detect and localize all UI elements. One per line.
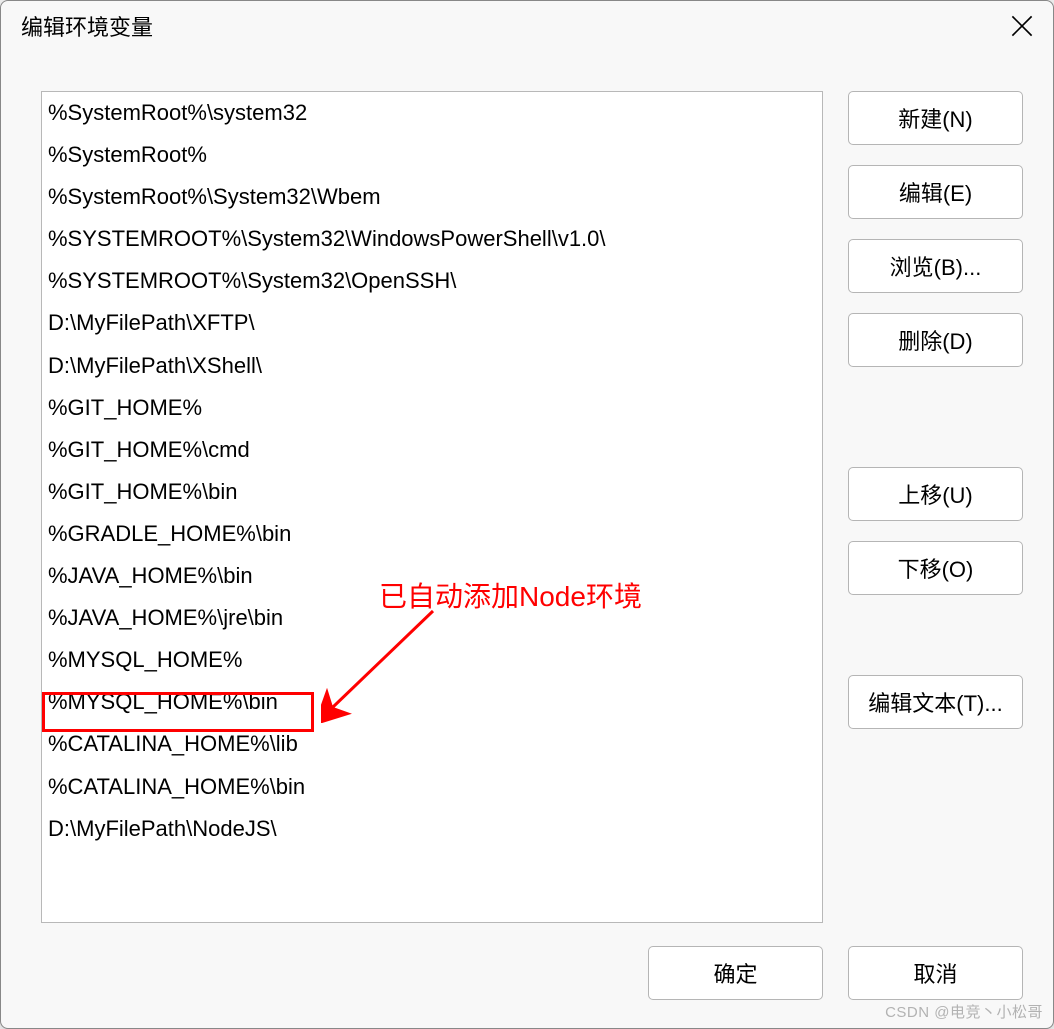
browse-button[interactable]: 浏览(B)...: [848, 239, 1023, 293]
list-item[interactable]: %MYSQL_HOME%: [42, 639, 822, 681]
list-item[interactable]: %MYSQL_HOME%\bin: [42, 681, 822, 723]
close-icon[interactable]: [1011, 15, 1033, 37]
titlebar: 编辑环境变量: [1, 1, 1053, 51]
watermark-text: CSDN @电竞丶小松哥: [885, 1001, 1043, 1022]
list-item[interactable]: %JAVA_HOME%\bin: [42, 555, 822, 597]
delete-button[interactable]: 删除(D): [848, 313, 1023, 367]
ok-button[interactable]: 确定: [648, 946, 823, 1000]
env-var-dialog: 编辑环境变量 %SystemRoot%\system32 %SystemRoot…: [0, 0, 1054, 1029]
spacer: [848, 615, 1023, 655]
list-item[interactable]: %GIT_HOME%\bin: [42, 471, 822, 513]
dialog-body: %SystemRoot%\system32 %SystemRoot% %Syst…: [1, 51, 1053, 933]
list-item[interactable]: %SystemRoot%\System32\Wbem: [42, 176, 822, 218]
move-up-button[interactable]: 上移(U): [848, 467, 1023, 521]
spacer: [848, 387, 1023, 447]
list-item[interactable]: %JAVA_HOME%\jre\bin: [42, 597, 822, 639]
list-item[interactable]: %SYSTEMROOT%\System32\OpenSSH\: [42, 260, 822, 302]
list-item[interactable]: %GIT_HOME%: [42, 387, 822, 429]
cancel-button[interactable]: 取消: [848, 946, 1023, 1000]
new-button[interactable]: 新建(N): [848, 91, 1023, 145]
dialog-title: 编辑环境变量: [21, 10, 153, 42]
list-item[interactable]: %GIT_HOME%\cmd: [42, 429, 822, 471]
list-item[interactable]: %GRADLE_HOME%\bin: [42, 513, 822, 555]
edit-button[interactable]: 编辑(E): [848, 165, 1023, 219]
list-item[interactable]: D:\MyFilePath\XFTP\: [42, 302, 822, 344]
list-item[interactable]: D:\MyFilePath\NodeJS\: [42, 808, 822, 850]
path-listbox[interactable]: %SystemRoot%\system32 %SystemRoot% %Syst…: [41, 91, 823, 923]
list-item[interactable]: %CATALINA_HOME%\lib: [42, 723, 822, 765]
list-item[interactable]: %CATALINA_HOME%\bin: [42, 766, 822, 808]
list-item[interactable]: %SYSTEMROOT%\System32\WindowsPowerShell\…: [42, 218, 822, 260]
list-item[interactable]: D:\MyFilePath\XShell\: [42, 345, 822, 387]
edit-text-button[interactable]: 编辑文本(T)...: [848, 675, 1023, 729]
buttons-panel: 新建(N) 编辑(E) 浏览(B)... 删除(D) 上移(U) 下移(O) 编…: [848, 91, 1023, 923]
list-item[interactable]: %SystemRoot%: [42, 134, 822, 176]
list-item[interactable]: %SystemRoot%\system32: [42, 92, 822, 134]
move-down-button[interactable]: 下移(O): [848, 541, 1023, 595]
